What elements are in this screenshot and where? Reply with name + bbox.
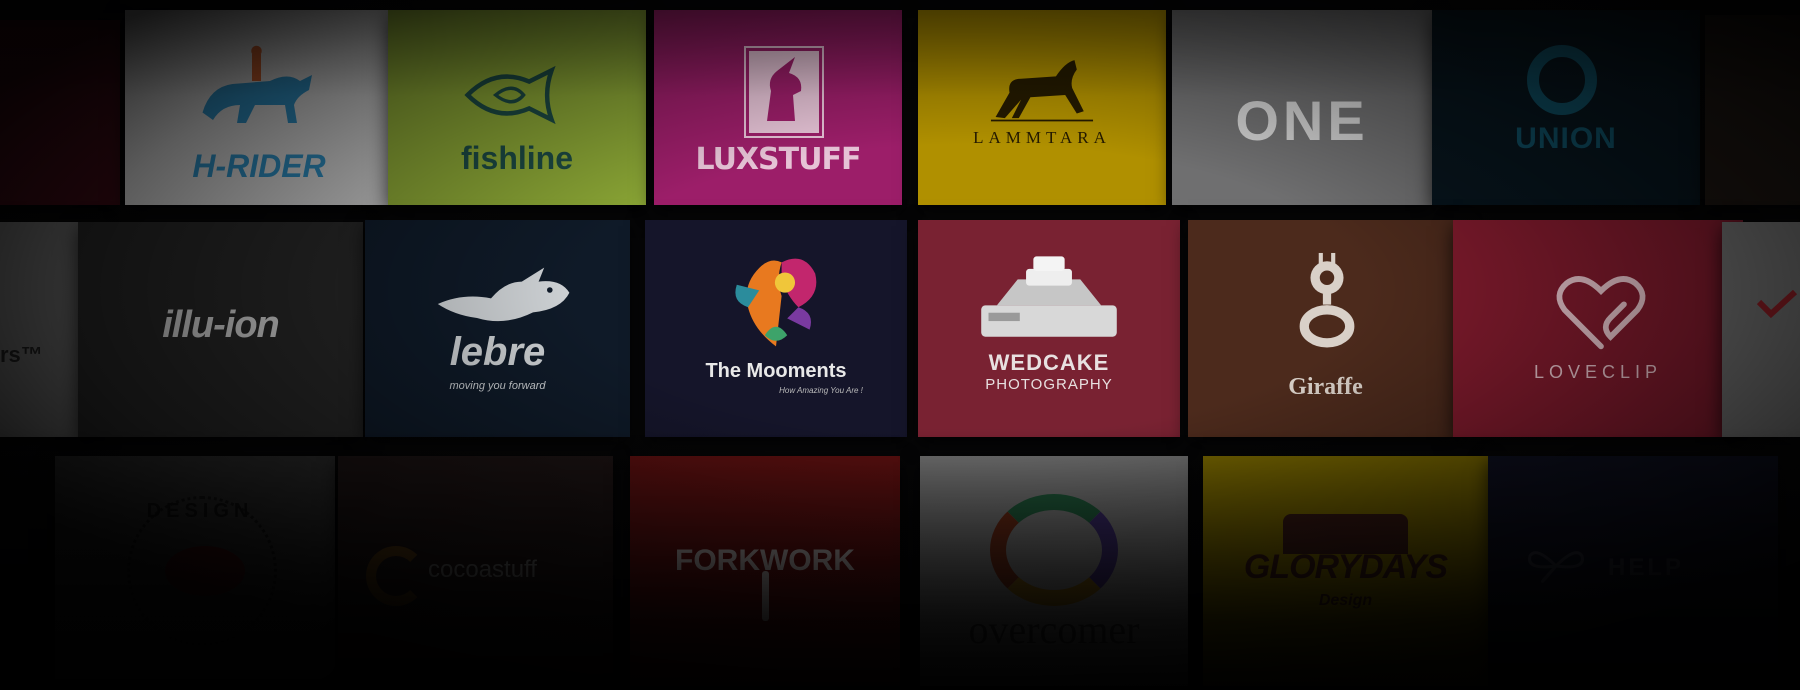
tile-label: ONE — [1235, 89, 1369, 152]
tile-edge-dark — [1705, 15, 1800, 205]
tile-label: LOVECLIP — [1533, 362, 1663, 382]
ring-icon — [1527, 45, 1597, 115]
tile-subtext: Design — [1318, 592, 1373, 609]
tile-label: The Mooments — [705, 360, 847, 382]
tile-label: LAMMTARA — [973, 128, 1111, 147]
tile-label: illu-ion — [162, 304, 280, 346]
tile-one: ONE — [1172, 10, 1432, 205]
fork-icon — [762, 571, 769, 621]
tile-help: HELP — [1488, 456, 1778, 686]
tile-edge-red-check — [1722, 222, 1800, 437]
tile-fishline: fishline — [388, 10, 646, 205]
tile-label: H-RIDER — [192, 148, 326, 184]
fish-icon — [464, 65, 556, 125]
tile-lammtara: LAMMTARA — [918, 10, 1166, 205]
tile-tagline: moving you forward — [449, 380, 546, 392]
check-icon — [1757, 290, 1797, 319]
tile-illusion: illu-ion — [78, 222, 363, 437]
hare-icon — [437, 267, 570, 322]
butterfly-icon — [1528, 551, 1584, 583]
tile-giraffe: Giraffe — [1188, 220, 1463, 437]
c-swirl-icon — [366, 546, 426, 606]
tile-label: lebre — [449, 330, 546, 374]
tile-glorydays: GLORYDAYS Design — [1203, 456, 1488, 686]
camera-cake-icon — [981, 256, 1117, 337]
horse-rider-icon — [202, 45, 312, 123]
tile-label: WEDCAKE — [988, 350, 1110, 375]
tile-subtext: PHOTOGRAPHY — [985, 376, 1113, 393]
tile-lebre: lebre moving you forward — [365, 220, 630, 437]
tile-union: UNION — [1432, 10, 1700, 205]
tile-label: cocoastuff — [428, 556, 537, 583]
unicorn-icon — [744, 46, 824, 138]
tile-wedcake: WEDCAKE PHOTOGRAPHY — [918, 220, 1180, 437]
tile-tagline: How Amazing You Are ! — [779, 386, 863, 395]
tile-overcomer: overcomer — [920, 456, 1188, 686]
ring-gradient-icon — [990, 494, 1118, 606]
badge-center — [165, 546, 245, 596]
tile-label: UNION — [1515, 122, 1617, 155]
tile-label: Giraffe — [1288, 374, 1363, 400]
tile-label: DESIGN — [146, 500, 254, 522]
giraffe-g-icon — [1299, 252, 1355, 348]
tile-forkwork: FORKWORK — [630, 456, 900, 686]
tile-label: overcomer — [968, 607, 1140, 652]
tile-label: HELP — [1608, 554, 1685, 581]
partial-text: rs™ — [0, 342, 43, 367]
horse-icon — [990, 60, 1094, 122]
tile-edge-red — [0, 20, 120, 205]
tile-cocoastuff: cocoastuff — [338, 456, 613, 686]
tile-luxstuff: LUXSTUFF — [654, 10, 902, 205]
colorful-flower-icon — [735, 258, 817, 347]
tile-design: DESIGN — [55, 456, 335, 686]
heart-clip-icon — [1556, 276, 1646, 350]
tile-loveclip: LOVECLIP — [1453, 220, 1743, 437]
tile-h-rider: H-RIDER — [125, 10, 393, 205]
logo-wall: H-RIDER fishline LUXSTUFF LAMMTARA ONE U… — [0, 0, 1800, 690]
tile-label: GLORYDAYS — [1243, 548, 1448, 586]
tile-label: fishline — [460, 140, 573, 176]
tile-label: LUXSTUFF — [695, 142, 862, 177]
tile-moments: The Mooments How Amazing You Are ! — [645, 220, 907, 437]
